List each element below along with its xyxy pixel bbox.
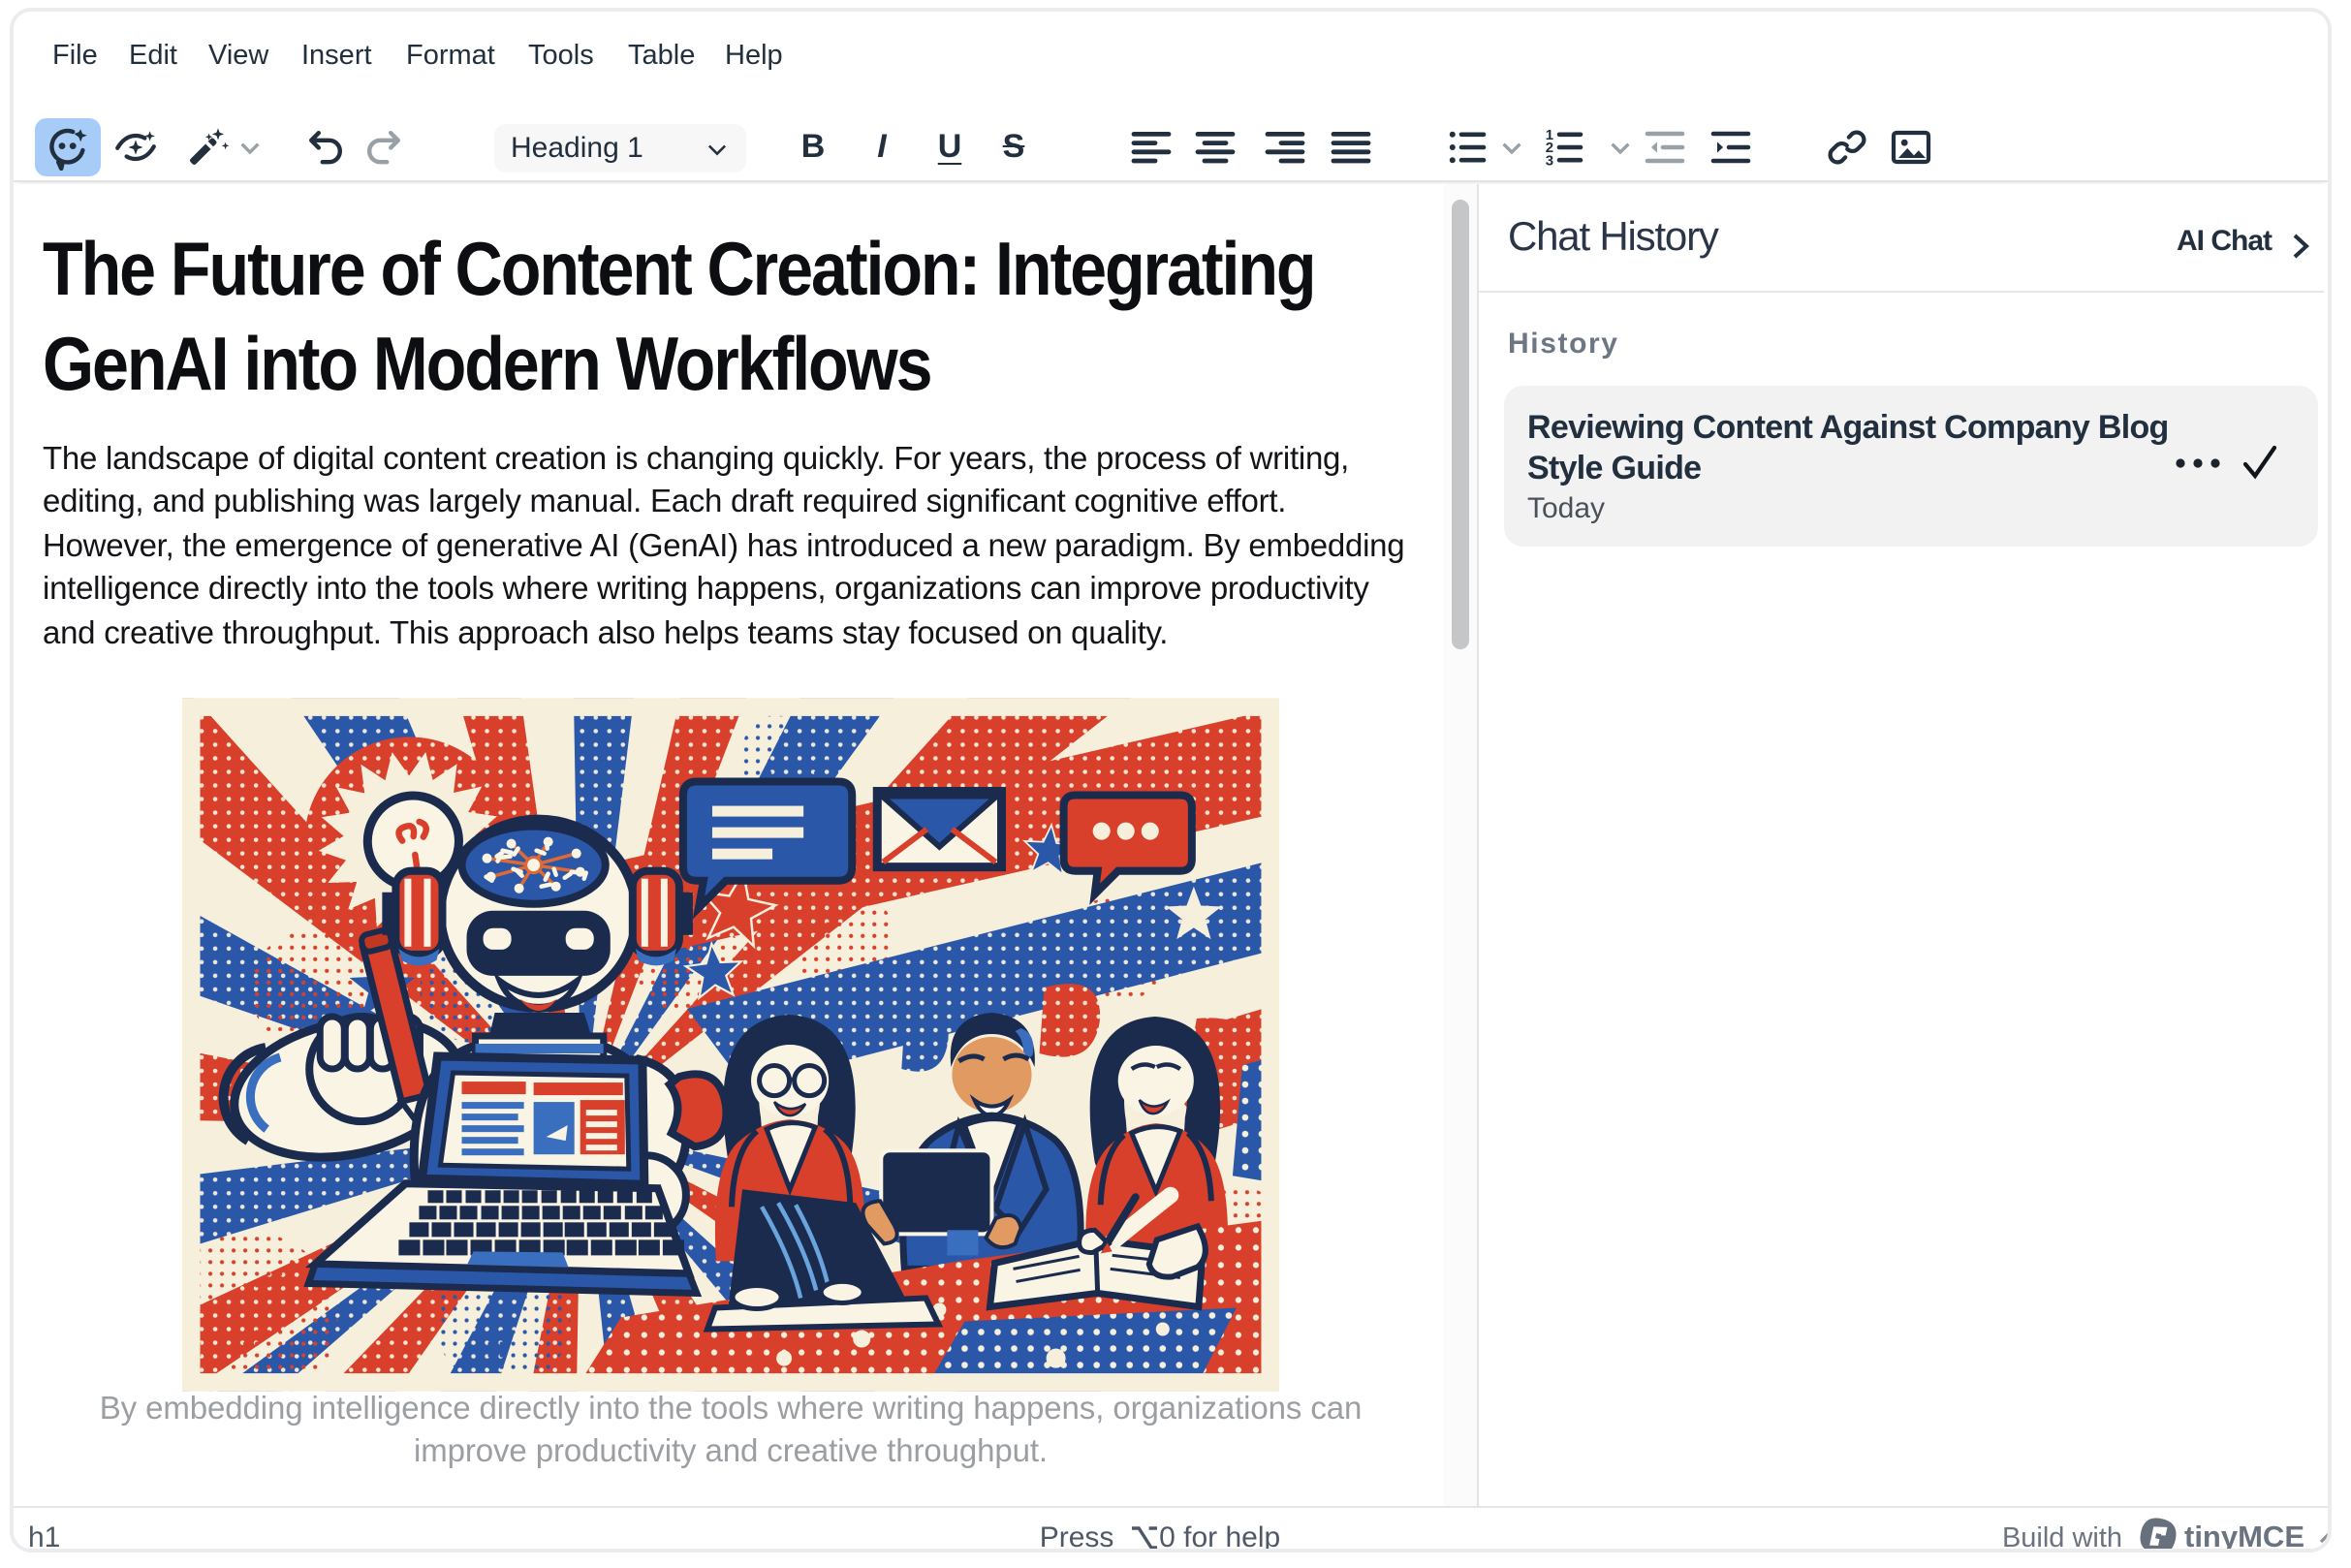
svg-text:3: 3 [1546,152,1553,169]
